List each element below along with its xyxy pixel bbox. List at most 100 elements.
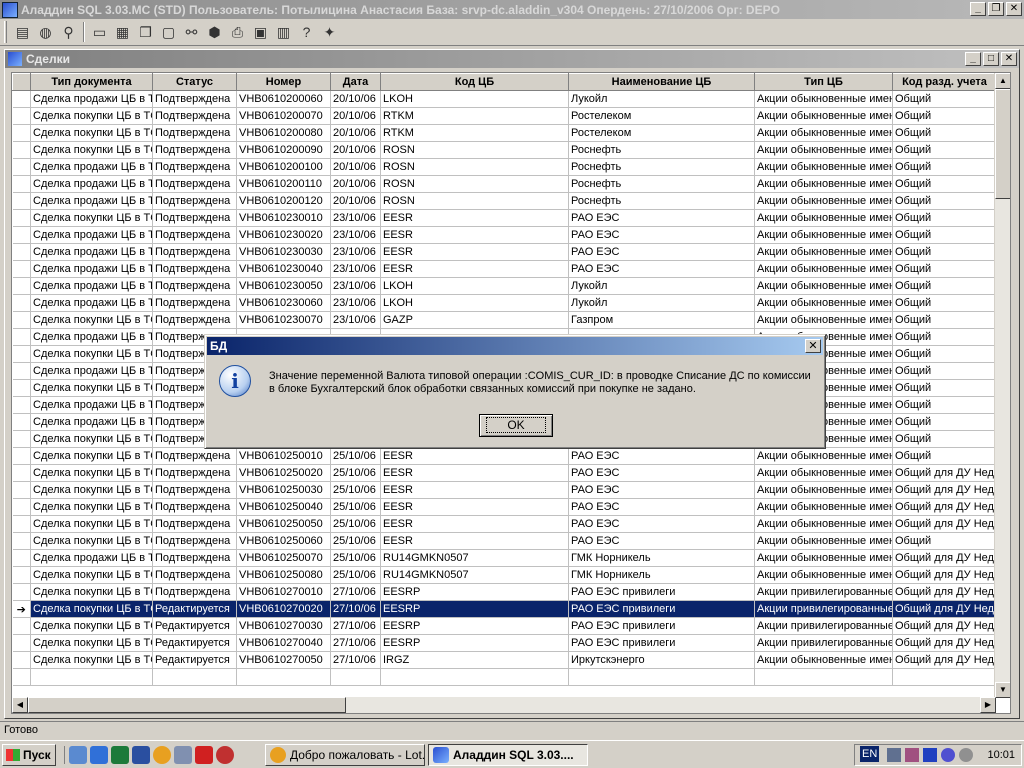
table-row[interactable]: Сделка продажи ЦБ в ТС Подтверждена VHB061…	[12, 90, 1001, 108]
document-icon[interactable]: ▤	[11, 21, 34, 43]
table-cell[interactable]: Акции обыкновенные именные	[754, 107, 893, 125]
table-cell[interactable]: Подтверждена	[152, 464, 237, 482]
table-cell[interactable]: VHB0610230050	[236, 277, 331, 295]
table-cell[interactable]: 27/10/06	[330, 583, 381, 601]
table-cell[interactable]: Подтверждена	[152, 226, 237, 244]
ok-button[interactable]: OK	[479, 414, 553, 437]
table-cell[interactable]: РАО ЕЭС	[568, 464, 755, 482]
table-row[interactable]: Сделка покупки ЦБ в ТС Редактируется VHB06…	[12, 651, 1001, 669]
table-cell[interactable]: Сделка продажи ЦБ в ТС	[30, 243, 153, 261]
vertical-scroll-thumb[interactable]	[995, 89, 1010, 199]
table-cell[interactable]: РАО ЕЭС привилеги	[568, 583, 755, 601]
table-cell[interactable]: Общий	[892, 124, 997, 142]
table-cell[interactable]: Подтверждена	[152, 447, 237, 465]
table-cell[interactable]: RTKM	[380, 124, 569, 142]
table-cell[interactable]: EESR	[380, 209, 569, 227]
table-cell[interactable]: 20/10/06	[330, 175, 381, 193]
table-cell[interactable]: EESR	[380, 498, 569, 516]
table-cell[interactable]: Сделка покупки ЦБ в ТС	[30, 532, 153, 550]
table-cell[interactable]: Подтверждена	[152, 90, 237, 108]
table-cell[interactable]: RU14GMKN0507	[380, 549, 569, 567]
table-cell[interactable]: РАО ЕЭС	[568, 260, 755, 278]
column-header[interactable]: Дата	[330, 73, 381, 91]
table-cell[interactable]: ROSN	[380, 192, 569, 210]
table-row[interactable]: ➔ Сделка покупки ЦБ в ТС Редактируется VHB0…	[12, 600, 1001, 618]
print-icon[interactable]: ⎙	[226, 21, 249, 43]
table-cell[interactable]: Сделка покупки ЦБ в ТС	[30, 583, 153, 601]
table-cell[interactable]: Подтверждена	[152, 107, 237, 125]
table-cell[interactable]: Общий для ДУ Недвиж	[892, 566, 997, 584]
table-cell[interactable]: Сделка покупки ЦБ в ТС	[30, 498, 153, 516]
column-header[interactable]: Наименование ЦБ	[568, 73, 755, 91]
table-row[interactable]: Сделка покупки ЦБ в ТС Подтверждена VHB061…	[12, 583, 1001, 601]
dialog-close-button[interactable]: ✕	[805, 339, 821, 353]
table-cell[interactable]: Сделка покупки ЦБ в ТС	[30, 651, 153, 669]
minimize-button[interactable]: _	[970, 2, 986, 16]
table-row[interactable]: Сделка продажи ЦБ в ТС Подтверждена VHB061…	[12, 243, 1001, 261]
table-cell[interactable]: Общий для ДУ Недвиж	[892, 515, 997, 533]
table-cell[interactable]: 25/10/06	[330, 447, 381, 465]
table-row[interactable]: Сделка покупки ЦБ в ТС Подтверждена VHB061…	[12, 481, 1001, 499]
table-row[interactable]: Сделка покупки ЦБ в ТС Подтверждена VHB061…	[12, 141, 1001, 159]
table-row[interactable]: Сделка покупки ЦБ в ТС Редактируется VHB06…	[12, 634, 1001, 652]
table-row[interactable]: Сделка продажи ЦБ в ТС Подтверждена VHB061…	[12, 192, 1001, 210]
save-icon[interactable]: ▣	[249, 21, 272, 43]
scroll-left-button[interactable]: ◀	[12, 697, 28, 713]
table-cell[interactable]: 25/10/06	[330, 566, 381, 584]
table-cell[interactable]: 25/10/06	[330, 464, 381, 482]
table-cell[interactable]: 20/10/06	[330, 107, 381, 125]
ie-icon[interactable]	[90, 745, 108, 764]
child-minimize-button[interactable]: _	[965, 52, 981, 66]
scroll-right-button[interactable]: ▶	[980, 697, 996, 713]
table-row[interactable]: Сделка покупки ЦБ в ТС Подтверждена VHB061…	[12, 124, 1001, 142]
table-cell[interactable]: Общий	[892, 328, 997, 346]
table-cell[interactable]: Подтверждена	[152, 175, 237, 193]
table-row[interactable]: Сделка покупки ЦБ в ТС Редактируется VHB06…	[12, 617, 1001, 635]
help-icon[interactable]: ?	[295, 21, 318, 43]
table-cell[interactable]: Ростелеком	[568, 124, 755, 142]
table-cell[interactable]: Сделка покупки ЦБ в ТС	[30, 345, 153, 363]
table-cell[interactable]: Акции обыкновенные именные	[754, 277, 893, 295]
table-cell[interactable]: Сделка покупки ЦБ в ТС	[30, 464, 153, 482]
table-cell[interactable]: Подтверждена	[152, 158, 237, 176]
table-cell[interactable]: Акции обыкновенные именные	[754, 294, 893, 312]
table-cell[interactable]: Сделка покупки ЦБ в ТС	[30, 379, 153, 397]
table-cell[interactable]: РАО ЕЭС	[568, 447, 755, 465]
window-icon[interactable]: ▭	[88, 21, 111, 43]
table-cell[interactable]: VHB0610200080	[236, 124, 331, 142]
table-cell[interactable]: Сделка продажи ЦБ в ТС	[30, 294, 153, 312]
table-cell[interactable]: EESR	[380, 226, 569, 244]
table-cell[interactable]: EESRP	[380, 634, 569, 652]
table-cell[interactable]: Общий	[892, 243, 997, 261]
table-cell[interactable]: РАО ЕЭС	[568, 226, 755, 244]
table-cell[interactable]: Общий	[892, 294, 997, 312]
table-row[interactable]: Сделка покупки ЦБ в ТС Подтверждена VHB061…	[12, 209, 1001, 227]
table-cell[interactable]: Иркутскэнерго	[568, 651, 755, 669]
table-cell[interactable]: Акции привилегированные	[754, 617, 893, 635]
table-cell[interactable]: LKOH	[380, 294, 569, 312]
table-cell[interactable]: РАО ЕЭС	[568, 532, 755, 550]
table-cell[interactable]: 25/10/06	[330, 532, 381, 550]
find-icon[interactable]: ⚲	[57, 21, 80, 43]
table-cell[interactable]: VHB0610250030	[236, 481, 331, 499]
column-header[interactable]: Код ЦБ	[380, 73, 569, 91]
table-cell[interactable]: Общий для ДУ Недвиж	[892, 481, 997, 499]
table-cell[interactable]: РАО ЕЭС	[568, 498, 755, 516]
table-cell[interactable]: 23/10/06	[330, 277, 381, 295]
table-cell[interactable]: Акции обыкновенные именные	[754, 226, 893, 244]
table-cell[interactable]: Акции обыкновенные именные	[754, 260, 893, 278]
table-cell[interactable]: Общий	[892, 107, 997, 125]
table-cell[interactable]: Подтверждена	[152, 583, 237, 601]
table-cell[interactable]: 20/10/06	[330, 192, 381, 210]
table-cell[interactable]: Акции обыкновенные именные	[754, 124, 893, 142]
column-header[interactable]: Статус	[152, 73, 237, 91]
table-cell[interactable]: РАО ЕЭС привилеги	[568, 600, 755, 618]
table-cell[interactable]: VHB0610250070	[236, 549, 331, 567]
child-maximize-button[interactable]: □	[983, 52, 999, 66]
table-cell[interactable]: Общий для ДУ Недвиж	[892, 600, 997, 618]
table-cell[interactable]: ГМК Норникель	[568, 549, 755, 567]
table-cell[interactable]: Акции обыкновенные именные	[754, 464, 893, 482]
table-cell[interactable]: Акции привилегированные	[754, 583, 893, 601]
table-cell[interactable]: Подтверждена	[152, 532, 237, 550]
table-cell[interactable]: Акции обыкновенные именные	[754, 209, 893, 227]
